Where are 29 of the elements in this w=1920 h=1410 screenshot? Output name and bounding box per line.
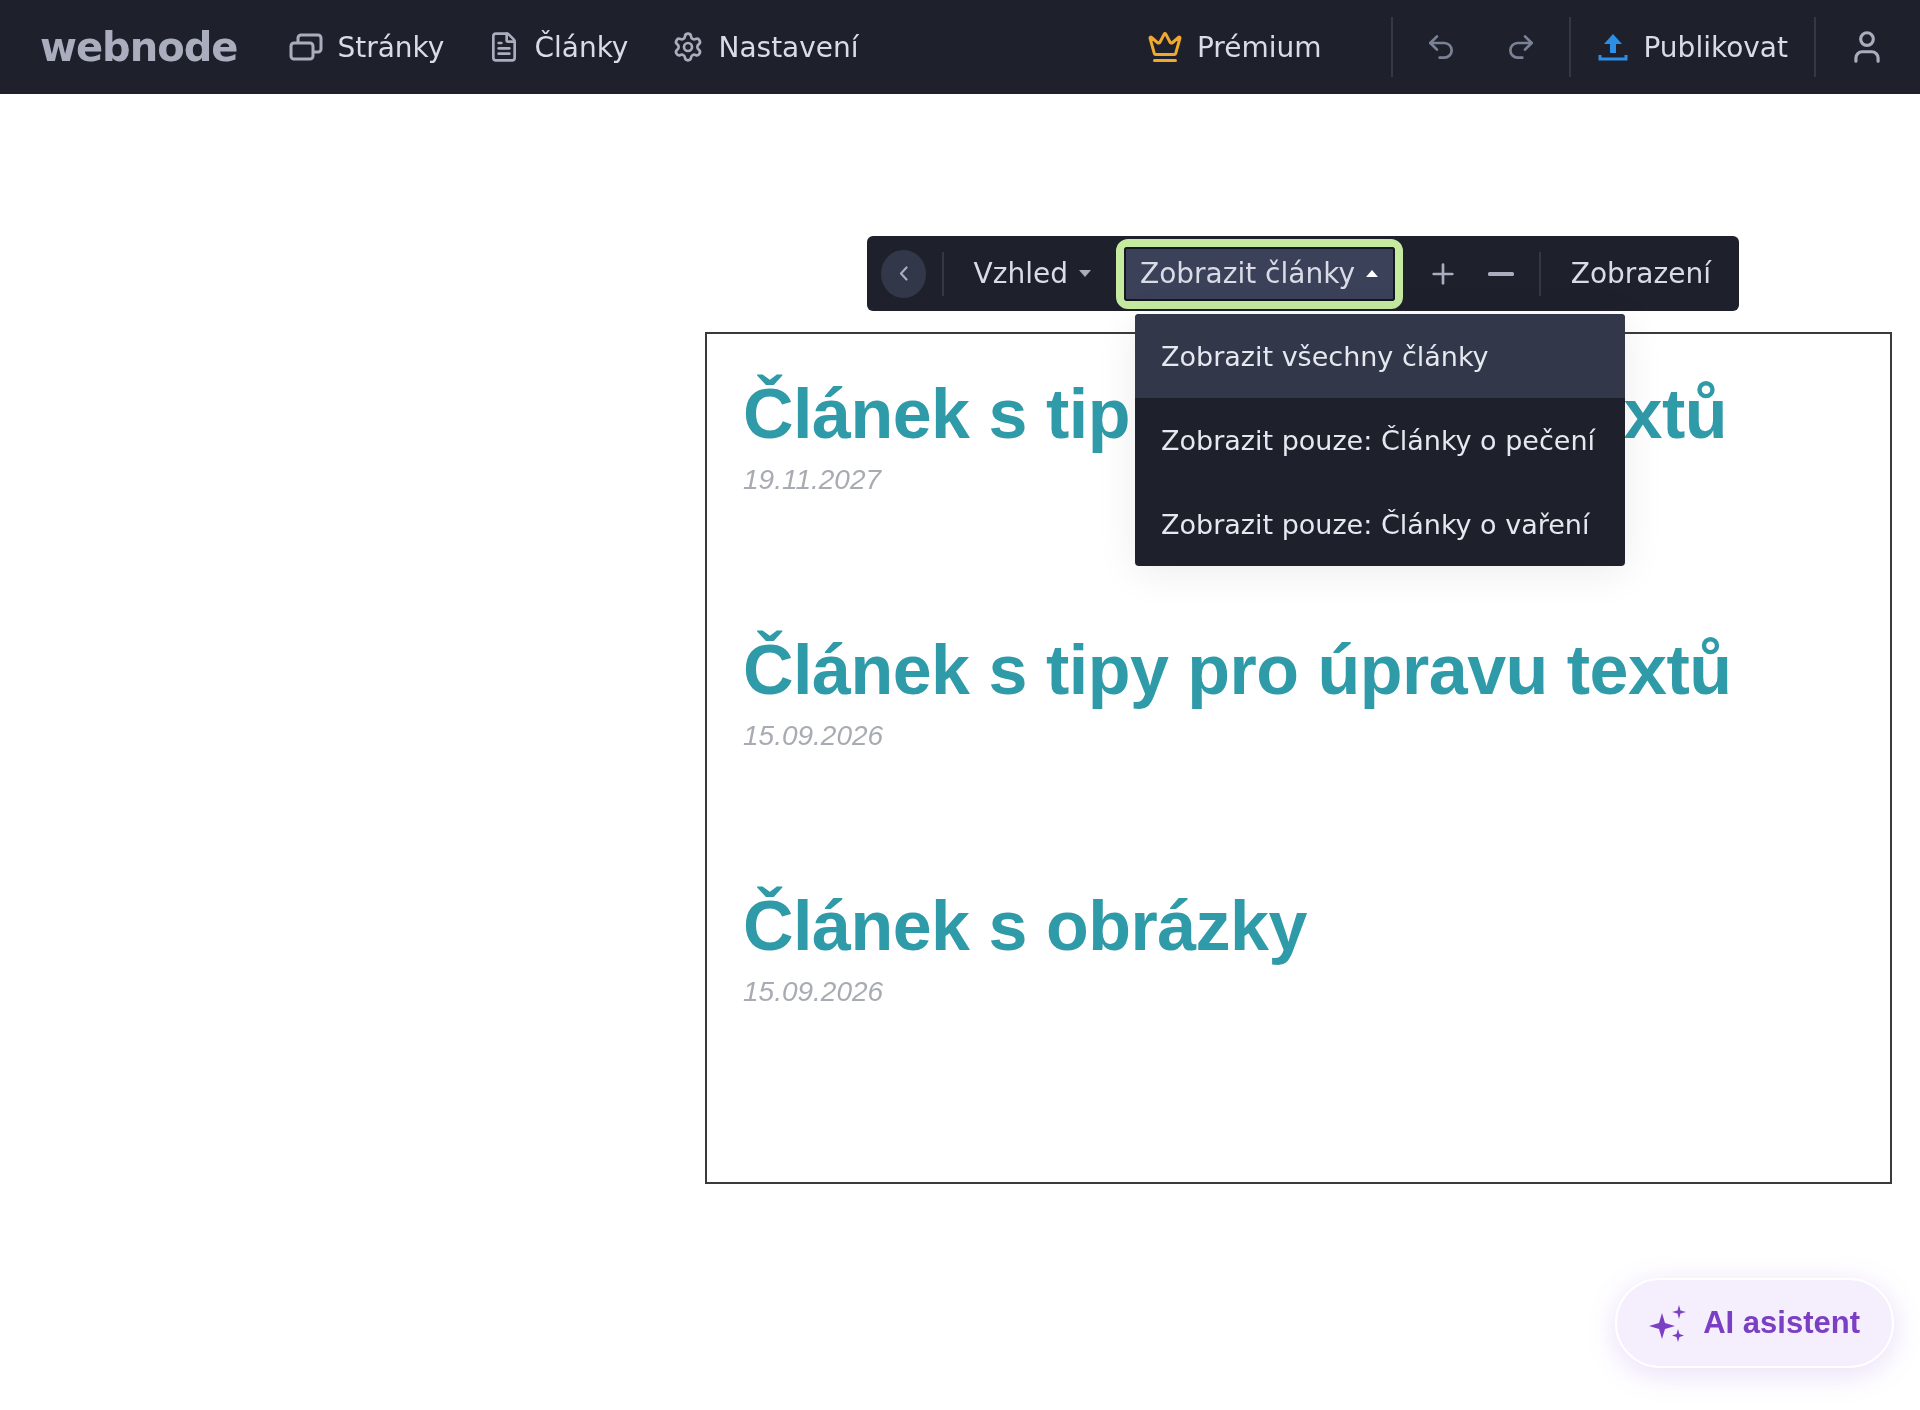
publish-label: Publikovat: [1643, 30, 1788, 64]
menu-item[interactable]: Zobrazit všechny články: [1135, 314, 1625, 398]
article-date: 15.09.2026: [743, 720, 885, 752]
menu-item[interactable]: Zobrazit pouze: Články o pečení: [1135, 398, 1625, 482]
caret-icon: [1077, 269, 1092, 278]
premium-label: Prémium: [1196, 30, 1322, 64]
show-articles-dropdown[interactable]: Zobrazit články: [1123, 246, 1395, 301]
windows-icon: [289, 33, 324, 61]
back-button[interactable]: [881, 249, 926, 298]
view-button[interactable]: Zobrazení: [1556, 257, 1725, 290]
nav-item[interactable]: Články: [488, 30, 629, 64]
nav-label: Nastavení: [718, 30, 859, 64]
crown-icon: [1146, 29, 1183, 65]
menu-item[interactable]: Zobrazit pouze: Články o vaření: [1135, 482, 1625, 566]
ai-assistant-button[interactable]: AI asistent: [1615, 1278, 1894, 1368]
publish-button[interactable]: Publikovat: [1597, 30, 1788, 64]
nav-item[interactable]: Stránky: [289, 30, 445, 64]
article-date: 15.09.2026: [743, 976, 885, 1008]
ai-label: AI asistent: [1703, 1305, 1860, 1341]
logo[interactable]: webnode: [40, 24, 238, 70]
nav-label: Články: [534, 30, 629, 64]
appearance-dropdown[interactable]: Vzhled: [959, 257, 1106, 290]
premium-link[interactable]: Prémium: [1146, 29, 1322, 65]
nav-item[interactable]: Nastavení: [672, 30, 859, 64]
nav-label: Stránky: [337, 30, 445, 64]
minus-icon: [1487, 271, 1514, 276]
caret-icon: [1364, 269, 1379, 278]
article-date: 19.11.2027: [743, 464, 883, 496]
chevron-left-icon: [898, 266, 908, 281]
